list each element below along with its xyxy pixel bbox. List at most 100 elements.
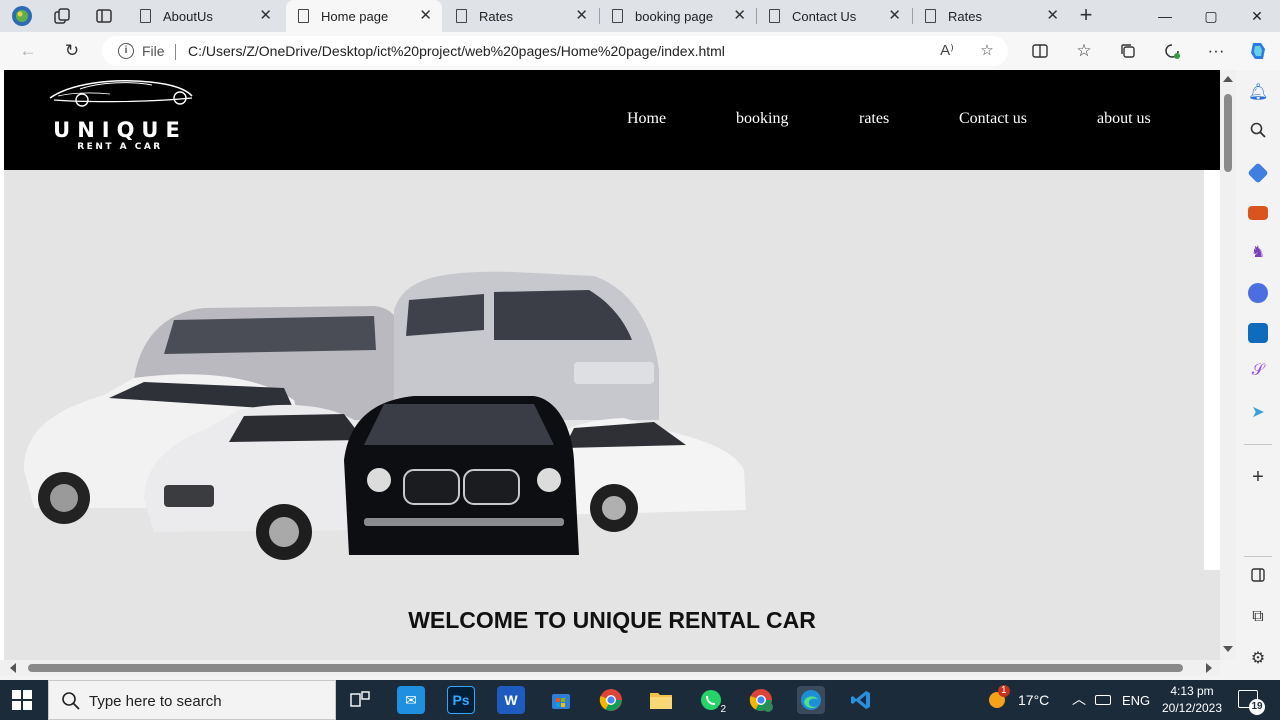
- welcome-heading: WELCOME TO UNIQUE RENTAL CAR: [408, 607, 816, 633]
- close-window-button[interactable]: ✕: [1234, 0, 1280, 32]
- windows-start-icon[interactable]: [12, 690, 32, 710]
- tab-rates-2[interactable]: Rates ✕: [913, 0, 1069, 32]
- new-tab-button[interactable]: +: [1074, 4, 1098, 28]
- microsoft-365-icon[interactable]: [1248, 283, 1268, 303]
- battery-icon[interactable]: [1095, 695, 1111, 705]
- split-screen-icon[interactable]: [1027, 38, 1053, 64]
- tab-title: Home page: [321, 8, 389, 24]
- profile-avatar-icon[interactable]: [10, 4, 34, 28]
- site-header: UNIQUE RENT A CAR Home booking rates Con…: [4, 70, 1220, 170]
- show-hidden-icons-chevron-icon[interactable]: ︿: [1072, 689, 1086, 709]
- horizontal-scroll-thumb[interactable]: [28, 664, 1183, 672]
- brand-name: UNIQUE: [53, 118, 187, 142]
- minimize-button[interactable]: —: [1142, 0, 1188, 32]
- edge-sidebar: 🔔︎ ♞ 𝒮 ➤ + ⧉ ⚙: [1236, 70, 1280, 680]
- site-info-icon[interactable]: i: [118, 43, 134, 59]
- photoshop-icon[interactable]: Ps: [447, 686, 475, 714]
- browser-essentials-icon[interactable]: [1159, 38, 1185, 64]
- search-placeholder: Type here to search: [89, 693, 222, 710]
- collections-icon[interactable]: [1115, 38, 1141, 64]
- scroll-up-arrow-icon[interactable]: [1223, 76, 1233, 82]
- scroll-down-arrow-icon[interactable]: [1223, 646, 1233, 652]
- nav-link-home[interactable]: Home: [627, 110, 666, 128]
- task-view-icon[interactable]: [346, 686, 374, 714]
- hide-sidebar-icon[interactable]: [1248, 568, 1268, 587]
- maximize-button[interactable]: ▢: [1188, 0, 1234, 32]
- address-bar[interactable]: i File C:/Users/Z/OneDrive/Desktop/ict%2…: [102, 36, 1008, 66]
- vertical-tabs-icon[interactable]: [92, 4, 116, 28]
- file-explorer-icon[interactable]: [647, 686, 675, 714]
- tools-briefcase-icon[interactable]: [1248, 206, 1268, 220]
- horizontal-scrollbar[interactable]: [0, 660, 1220, 676]
- url-text[interactable]: C:/Users/Z/OneDrive/Desktop/ict%20projec…: [188, 43, 725, 59]
- notifications-bell-icon[interactable]: 🔔︎: [1248, 82, 1268, 102]
- external-link-icon[interactable]: ⧉: [1248, 608, 1268, 626]
- vertical-scrollbar[interactable]: [1220, 70, 1236, 660]
- brand-logo[interactable]: UNIQUE RENT A CAR: [40, 76, 200, 156]
- chrome-icon[interactable]: [597, 686, 625, 714]
- shopping-tag-icon[interactable]: [1247, 162, 1269, 184]
- read-aloud-icon[interactable]: A⁾: [936, 41, 958, 61]
- close-tab-icon[interactable]: ✕: [259, 8, 272, 24]
- brand-tagline: RENT A CAR: [77, 142, 163, 152]
- refresh-button[interactable]: ↻: [59, 38, 85, 64]
- weather-icon[interactable]: 1: [986, 685, 1010, 710]
- outlook-icon[interactable]: [1248, 323, 1268, 343]
- system-clock[interactable]: 4:13 pm 20/12/2023: [1152, 683, 1232, 717]
- vertical-scroll-thumb[interactable]: [1224, 94, 1232, 172]
- clock-time: 4:13 pm: [1170, 684, 1214, 698]
- page-icon: [298, 9, 309, 23]
- tab-title: booking page: [635, 8, 714, 24]
- close-tab-icon[interactable]: ✕: [575, 8, 588, 24]
- weather-temperature[interactable]: 17°C: [1018, 692, 1049, 708]
- tab-title: Contact Us: [792, 8, 857, 24]
- whatsapp-icon[interactable]: 2: [697, 686, 729, 716]
- windows-taskbar: Type here to search ✉ Ps W 2 1 17°C ︿ EN…: [0, 680, 1280, 720]
- tab-booking-page[interactable]: booking page ✕: [600, 0, 756, 32]
- close-tab-icon[interactable]: ✕: [733, 8, 746, 24]
- close-tab-icon[interactable]: ✕: [419, 8, 432, 24]
- back-button[interactable]: ←: [15, 38, 41, 64]
- nav-link-about-us[interactable]: about us: [1097, 110, 1151, 128]
- nav-link-rates[interactable]: rates: [859, 110, 889, 128]
- sidebar-divider: [1244, 556, 1272, 557]
- page-icon: [456, 9, 467, 23]
- word-icon[interactable]: W: [497, 686, 525, 714]
- favorite-star-icon[interactable]: ☆: [976, 41, 998, 61]
- edge-icon[interactable]: [797, 686, 825, 714]
- close-tab-icon[interactable]: ✕: [888, 8, 901, 24]
- browser-tab-strip: AboutUs ✕ Home page ✕ Rates ✕ booking pa…: [0, 0, 1280, 32]
- workspaces-icon[interactable]: [50, 4, 74, 28]
- games-chess-icon[interactable]: ♞: [1248, 242, 1268, 262]
- tab-rates[interactable]: Rates ✕: [444, 0, 598, 32]
- nav-link-contact-us[interactable]: Contact us: [959, 110, 1027, 128]
- close-tab-icon[interactable]: ✕: [1046, 8, 1059, 24]
- designer-icon[interactable]: 𝒮: [1248, 362, 1268, 380]
- search-icon: [62, 692, 80, 710]
- settings-more-icon[interactable]: ···: [1203, 38, 1229, 64]
- page-icon: [925, 9, 936, 23]
- mail-icon[interactable]: ✉: [397, 686, 425, 714]
- scroll-left-arrow-icon[interactable]: [10, 663, 16, 673]
- language-indicator[interactable]: ENG: [1122, 693, 1150, 708]
- favorites-icon[interactable]: ☆: [1071, 38, 1097, 64]
- weather-alert-badge: 1: [998, 685, 1010, 697]
- tab-title: Rates: [948, 8, 982, 24]
- tab-home-page[interactable]: Home page ✕: [286, 0, 442, 32]
- chrome-profile-icon[interactable]: [747, 686, 775, 714]
- vscode-icon[interactable]: [847, 686, 875, 714]
- microsoft-store-icon[interactable]: [547, 686, 575, 714]
- notification-center-icon[interactable]: 19: [1238, 690, 1265, 715]
- scroll-right-arrow-icon[interactable]: [1206, 663, 1212, 673]
- send-drop-icon[interactable]: ➤: [1248, 402, 1268, 422]
- tab-aboutus[interactable]: AboutUs ✕: [128, 0, 282, 32]
- search-icon[interactable]: [1248, 122, 1268, 143]
- sidebar-settings-gear-icon[interactable]: ⚙: [1248, 648, 1268, 668]
- taskbar-search-input[interactable]: Type here to search: [48, 680, 336, 720]
- nav-link-booking[interactable]: booking: [736, 110, 788, 128]
- add-sidebar-app-icon[interactable]: +: [1248, 466, 1268, 489]
- copilot-icon[interactable]: [1245, 38, 1271, 64]
- tab-title: AboutUs: [163, 8, 213, 24]
- tab-contact-us[interactable]: Contact Us ✕: [757, 0, 911, 32]
- sidebar-divider: [1244, 444, 1272, 445]
